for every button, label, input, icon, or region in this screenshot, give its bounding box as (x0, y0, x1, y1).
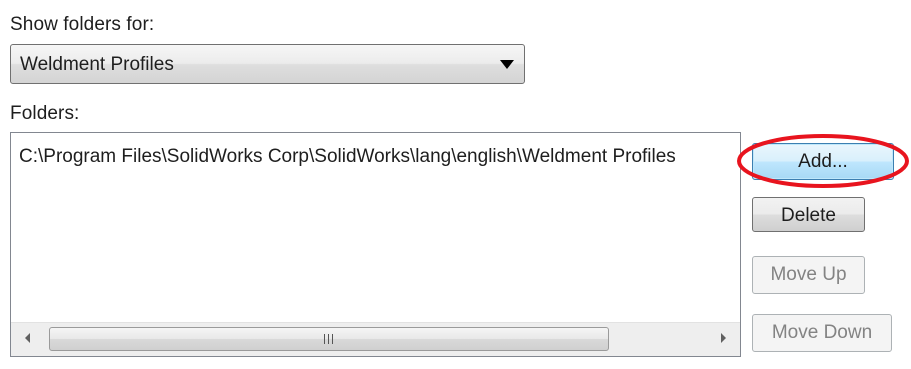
move-up-button[interactable]: Move Up (752, 256, 865, 294)
add-button-label: Add... (798, 151, 848, 172)
scroll-left-icon[interactable] (25, 333, 30, 343)
chevron-down-icon[interactable] (500, 60, 514, 69)
scrollbar-thumb[interactable] (49, 327, 609, 351)
grip-icon (324, 334, 335, 344)
move-down-button[interactable]: Move Down (752, 314, 892, 352)
folders-label: Folders: (10, 103, 80, 124)
move-up-button-label: Move Up (770, 264, 847, 285)
show-folders-dropdown[interactable]: Weldment Profiles (10, 44, 525, 84)
folders-listbox[interactable]: C:\Program Files\SolidWorks Corp\SolidWo… (10, 132, 741, 357)
delete-button[interactable]: Delete (752, 197, 865, 232)
list-item[interactable]: C:\Program Files\SolidWorks Corp\SolidWo… (19, 145, 676, 169)
move-down-button-label: Move Down (771, 322, 873, 343)
add-button[interactable]: Add... (752, 143, 894, 180)
scroll-right-icon[interactable] (721, 333, 726, 343)
delete-button-label: Delete (781, 205, 836, 226)
folder-options-panel: Show folders for: Weldment Profiles Fold… (0, 0, 911, 369)
dropdown-selected-value: Weldment Profiles (20, 54, 174, 75)
horizontal-scrollbar[interactable] (11, 322, 740, 356)
show-folders-label: Show folders for: (10, 14, 155, 35)
